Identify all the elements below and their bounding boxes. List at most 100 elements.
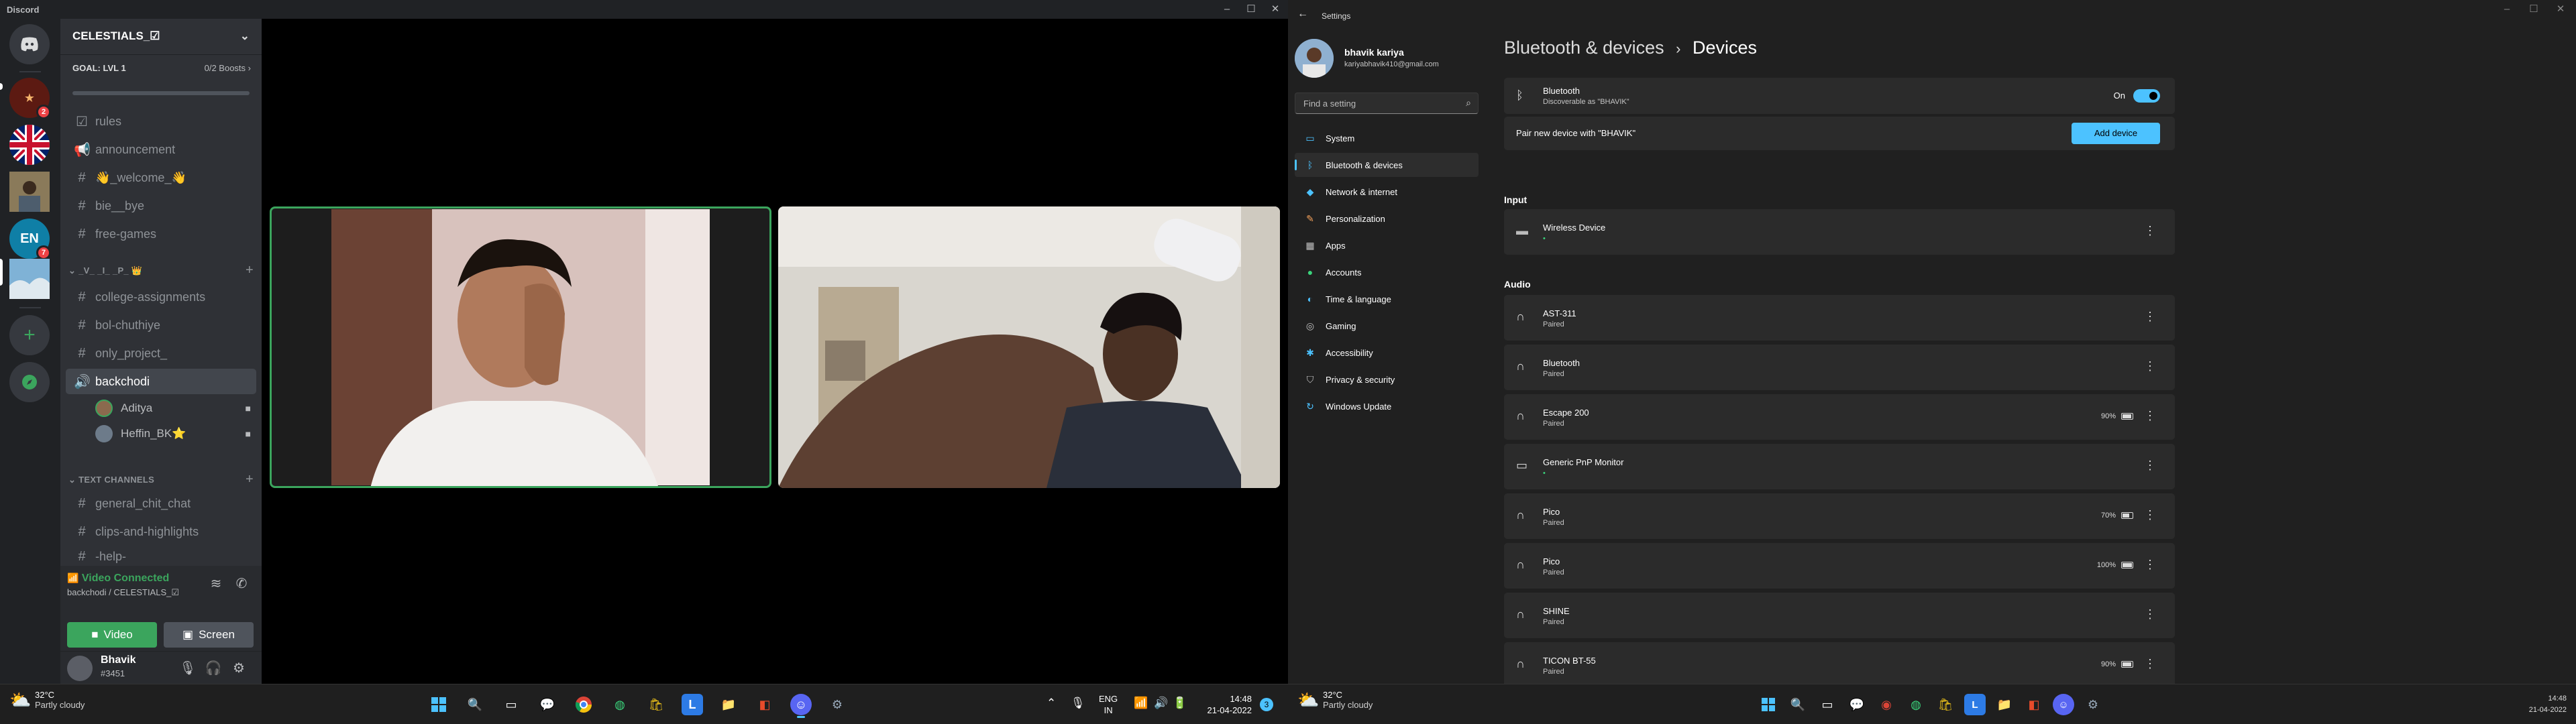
device-row-audio[interactable]: ∩ Pico Paired 70% ⋮ [1504, 493, 2175, 539]
file-explorer-icon[interactable]: 📁 [718, 694, 739, 715]
store-icon[interactable]: 🛍 [1935, 694, 1956, 715]
more-options-icon[interactable]: ⋮ [2144, 558, 2156, 572]
headphones-icon[interactable]: 🎧 [204, 660, 223, 678]
device-row-audio[interactable]: ∩ Escape 200 Paired 90% ⋮ [1504, 394, 2175, 440]
voice-user[interactable]: Aditya ■ [95, 397, 256, 420]
channel-only-project[interactable]: # only_project_ [66, 341, 256, 366]
language-indicator[interactable]: ENG IN [1099, 693, 1118, 716]
video-tile-heffin[interactable] [778, 206, 1280, 488]
search-icon[interactable]: 🔍 [1787, 694, 1809, 715]
discord-home-icon[interactable] [9, 24, 50, 64]
close-icon[interactable]: ✕ [2549, 3, 2572, 16]
channel-announcement[interactable]: 📢 announcement [66, 137, 256, 162]
breadcrumb-parent[interactable]: Bluetooth & devices [1504, 38, 1664, 58]
more-options-icon[interactable]: ⋮ [2144, 409, 2156, 423]
device-row-audio[interactable]: ▭ Generic PnP Monitor • ⋮ [1504, 444, 2175, 489]
more-options-icon[interactable]: ⋮ [2144, 359, 2156, 373]
video-tile-aditya[interactable] [270, 206, 771, 488]
notification-badge[interactable]: 3 [1260, 698, 1273, 711]
discord-taskbar-icon[interactable]: ☺ [2053, 694, 2074, 715]
channel-welcome[interactable]: # 👋_welcome_👋 [66, 165, 256, 190]
close-icon[interactable]: ✕ [1264, 3, 1287, 16]
category-vip[interactable]: ⌄ _V_ _I_ _P_ 👑 + [63, 263, 259, 279]
channel-clips-and-highlights[interactable]: # clips-and-highlights [66, 519, 256, 544]
more-options-icon[interactable]: ⋮ [2144, 657, 2156, 671]
weather-widget[interactable]: ⛅ 32°C Partly cloudy [9, 690, 85, 710]
battery-icon[interactable]: 🔋 [1173, 697, 1187, 710]
nav-item-accounts[interactable]: ● Accounts [1295, 260, 1479, 284]
add-server-icon[interactable]: + [9, 315, 50, 355]
server-icon-uk-flag[interactable] [9, 125, 50, 165]
nav-item-bluetooth-devices[interactable]: ᛒ Bluetooth & devices [1295, 153, 1479, 177]
task-view-icon[interactable]: ▭ [1817, 694, 1838, 715]
teams-chat-icon[interactable]: 💬 [537, 694, 558, 715]
weather-widget[interactable]: ⛅ 32°C Partly cloudy [1297, 690, 1373, 710]
more-options-icon[interactable]: ⋮ [2144, 508, 2156, 522]
discord-taskbar-icon[interactable]: ☺ [790, 694, 812, 718]
noise-suppression-icon[interactable]: ≋ [207, 575, 225, 594]
device-row-audio[interactable]: ∩ Bluetooth Paired ⋮ [1504, 345, 2175, 390]
nav-item-accessibility[interactable]: ✱ Accessibility [1295, 341, 1479, 365]
microphone-icon[interactable]: 🎙 [178, 660, 197, 678]
app-l-icon[interactable]: L [1964, 694, 1986, 715]
teams-chat-icon[interactable]: 💬 [1846, 694, 1868, 715]
clock[interactable]: 14:48 21-04-2022 [1205, 693, 1252, 716]
file-explorer-icon[interactable]: 📁 [1994, 694, 2015, 715]
voice-user[interactable]: Heffin_BK⭐ ■ [95, 422, 256, 445]
device-row-input[interactable]: ▬ Wireless Device • ⋮ [1504, 209, 2175, 255]
clock[interactable]: 14:48 21-04-2022 [2509, 693, 2567, 716]
device-row-audio[interactable]: ∩ TICON BT-55 Paired 90% ⋮ [1504, 642, 2175, 688]
boost-goal[interactable]: GOAL: LVL 1 0/2 Boosts › [60, 55, 262, 82]
chrome-icon[interactable] [573, 694, 594, 715]
channel-help[interactable]: # -help- [66, 547, 256, 566]
server-icon-en[interactable]: EN 7 [9, 219, 51, 260]
gear-icon[interactable]: ⚙ [229, 660, 248, 678]
device-row-audio[interactable]: ∩ Pico Paired 100% ⋮ [1504, 543, 2175, 589]
device-row-audio[interactable]: ∩ SHINE Paired ⋮ [1504, 593, 2175, 638]
avatar[interactable] [67, 656, 93, 681]
wifi-icon[interactable]: 📶 [1134, 697, 1148, 710]
nav-item-personalization[interactable]: ✎ Personalization [1295, 206, 1479, 231]
nav-item-apps[interactable]: ▦ Apps [1295, 233, 1479, 257]
start-icon[interactable] [1758, 694, 1779, 715]
add-channel-icon[interactable]: + [246, 263, 254, 278]
channel-bol-chuthiye[interactable]: # bol-chuthiye [66, 312, 256, 338]
server-icon-photo[interactable] [9, 172, 50, 212]
settings-taskbar-icon[interactable]: ⚙ [2082, 694, 2104, 715]
volume-icon[interactable]: 🔊 [1154, 697, 1168, 710]
nav-item-time-language[interactable]: ◐ Time & language [1295, 287, 1479, 311]
maximize-icon[interactable]: ☐ [1240, 3, 1263, 16]
settings-taskbar-icon[interactable]: ⚙ [826, 694, 848, 715]
channel-general-chit-chat[interactable]: # general_chit_chat [66, 491, 256, 516]
search-icon[interactable]: 🔍 [464, 694, 486, 715]
maximize-icon[interactable]: ☐ [2522, 3, 2545, 16]
nav-item-gaming[interactable]: ◎ Gaming [1295, 314, 1479, 338]
app-l-icon[interactable]: L [682, 694, 703, 715]
channel-rules[interactable]: ☑ rules [66, 109, 256, 134]
more-options-icon[interactable]: ⋮ [2144, 459, 2156, 473]
guild-header[interactable]: CELESTIALS_☑ ⌄ [60, 19, 262, 55]
video-button[interactable]: ■ Video [67, 622, 157, 648]
task-view-icon[interactable]: ▭ [500, 694, 522, 715]
chevron-up-icon[interactable]: ⌃ [1046, 697, 1056, 710]
store-icon[interactable]: 🛍 [645, 694, 667, 715]
add-device-button[interactable]: Add device [2072, 123, 2160, 144]
back-arrow-icon[interactable]: ← [1297, 8, 1308, 20]
screen-share-button[interactable]: ▣ Screen [164, 622, 254, 648]
server-icon-celestials[interactable] [9, 259, 50, 299]
category-text-channels[interactable]: ⌄ TEXT CHANNELS + [63, 472, 259, 488]
channel-college-assignments[interactable]: # college-assignments [66, 284, 256, 310]
office-icon[interactable]: ◧ [754, 694, 775, 715]
chrome-icon[interactable]: ◉ [1876, 694, 1897, 715]
more-options-icon[interactable]: ⋮ [2144, 310, 2156, 324]
minimize-icon[interactable]: – [2496, 3, 2518, 16]
microphone-icon[interactable]: 🎙 [1071, 697, 1085, 710]
more-options-icon[interactable]: ⋮ [2144, 607, 2156, 621]
disconnect-icon[interactable]: ✆ [232, 575, 251, 594]
channel-bie-bye[interactable]: # bie__bye [66, 193, 256, 219]
more-options-icon[interactable]: ⋮ [2144, 224, 2156, 238]
minimize-icon[interactable]: – [1216, 3, 1238, 16]
nav-item-privacy-security[interactable]: ⛉ Privacy & security [1295, 367, 1479, 391]
device-row-audio[interactable]: ∩ AST-311 Paired ⋮ [1504, 295, 2175, 341]
nav-item-network-internet[interactable]: ◆ Network & internet [1295, 180, 1479, 204]
